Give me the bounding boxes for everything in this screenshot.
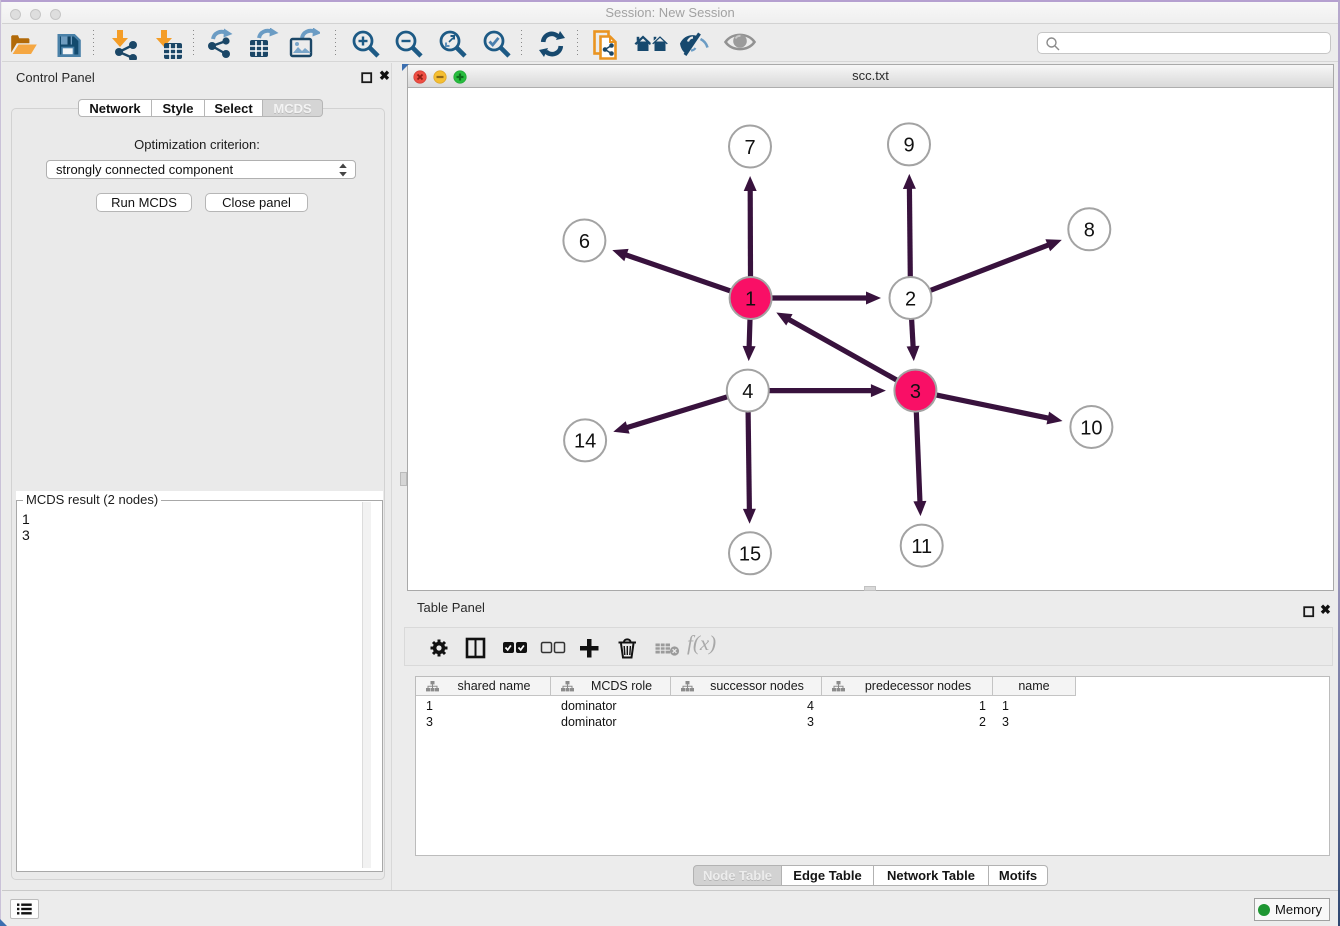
svg-text:15: 15 — [739, 544, 761, 566]
svg-text:10: 10 — [1080, 417, 1102, 439]
svg-text:14: 14 — [574, 431, 596, 453]
svg-text:6: 6 — [579, 231, 590, 253]
svg-text:7: 7 — [744, 137, 755, 159]
svg-text:1: 1 — [745, 288, 756, 310]
svg-text:4: 4 — [742, 381, 753, 403]
svg-text:9: 9 — [903, 135, 914, 157]
svg-text:3: 3 — [910, 381, 921, 403]
svg-text:11: 11 — [911, 536, 932, 558]
svg-text:2: 2 — [905, 288, 916, 310]
svg-text:8: 8 — [1084, 220, 1095, 242]
